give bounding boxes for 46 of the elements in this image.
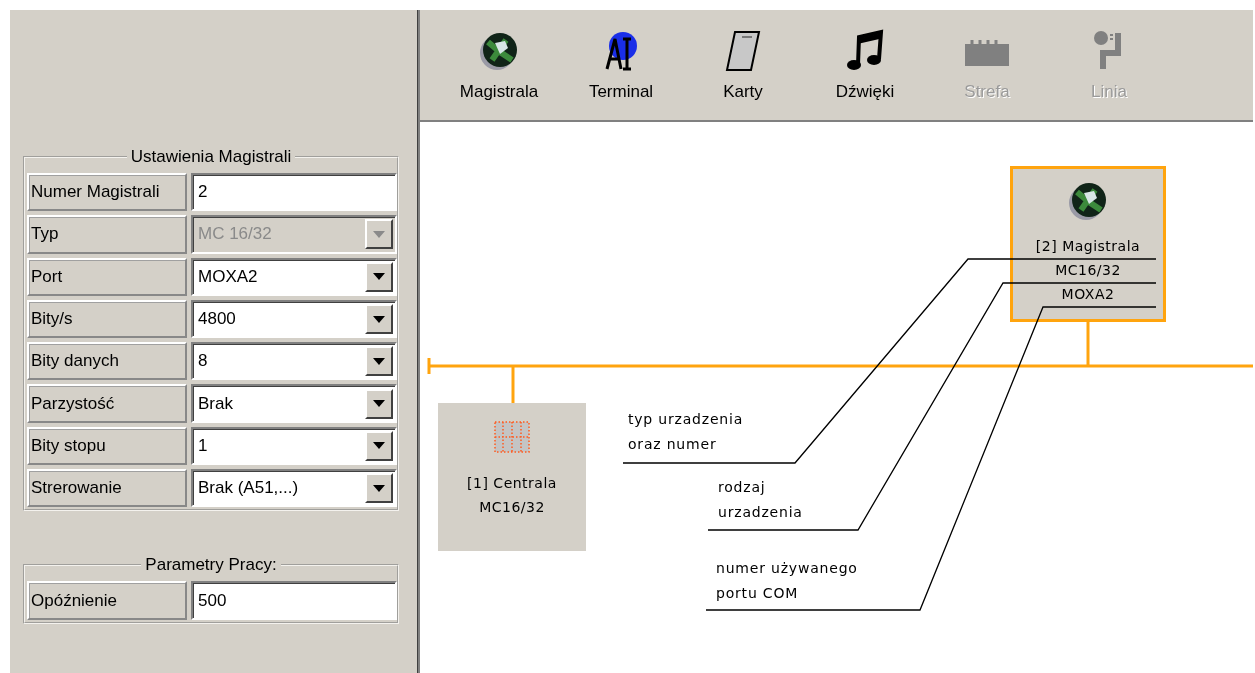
caret-icon <box>373 484 385 492</box>
dropdown-field[interactable]: 1 <box>191 426 397 466</box>
annotation-text: typ urzadzenia oraz numer <box>628 410 744 454</box>
caret-icon <box>373 230 385 238</box>
field-label: Opóźnienie <box>27 581 187 620</box>
caret-icon <box>373 315 385 323</box>
caret-icon <box>373 400 385 408</box>
field-label: Port <box>27 257 187 296</box>
toolbar-button[interactable]: Magistrala <box>438 10 560 110</box>
annotation-text: rodzaj urzadzenia <box>718 478 803 522</box>
toolbar-button[interactable]: Dźwięki <box>804 10 926 110</box>
toolbar-button[interactable]: Terminal <box>560 10 682 110</box>
field-label: Bity stopu <box>27 426 187 466</box>
group-title: Parametry Pracy: <box>144 555 278 576</box>
node-label: MC16/32 <box>479 498 545 517</box>
device-node[interactable]: [1] Centrala MC16/32 <box>438 403 586 551</box>
caret-icon <box>373 357 385 365</box>
globe-icon <box>478 30 520 72</box>
field-label: Numer Magistrali <box>27 173 187 212</box>
caret-icon <box>373 442 385 450</box>
node-label: MOXA2 <box>1061 285 1115 304</box>
music-note-icon <box>845 29 885 73</box>
annotation-text: numer używanego portu COM <box>716 559 858 603</box>
dropdown-field[interactable]: 4800 <box>191 299 397 339</box>
card-icon <box>725 29 761 73</box>
connector-line <box>511 366 515 403</box>
group-title: Ustawienia Magistrali <box>129 147 293 167</box>
device-node[interactable]: [2] Magistrala MC16/32 MOXA2 <box>1010 166 1166 322</box>
field-label: Parzystość <box>27 384 187 423</box>
field-label: Strerowanie <box>27 469 187 508</box>
dropdown-field[interactable]: Brak (A51,...) <box>191 469 397 508</box>
field-label: Bity/s <box>27 299 187 339</box>
dropdown-field[interactable]: 8 <box>191 342 397 381</box>
input-field[interactable]: 500 <box>191 581 397 620</box>
dropdown-field[interactable]: MOXA2 <box>191 257 397 296</box>
connector-line <box>1086 322 1090 366</box>
globe-icon <box>1067 180 1109 222</box>
node-label: [2] Magistrala <box>1035 237 1141 256</box>
field-label: Bity danych <box>27 342 187 381</box>
node-label: MC16/32 <box>1055 261 1121 280</box>
toolbar-button[interactable]: Karty <box>682 10 804 110</box>
dropdown-field[interactable]: Brak <box>191 384 397 423</box>
field-label: Typ <box>27 215 187 254</box>
node-label: [1] Centrala <box>467 474 557 493</box>
input-field[interactable]: 2 <box>191 173 397 212</box>
caret-icon <box>373 273 385 281</box>
